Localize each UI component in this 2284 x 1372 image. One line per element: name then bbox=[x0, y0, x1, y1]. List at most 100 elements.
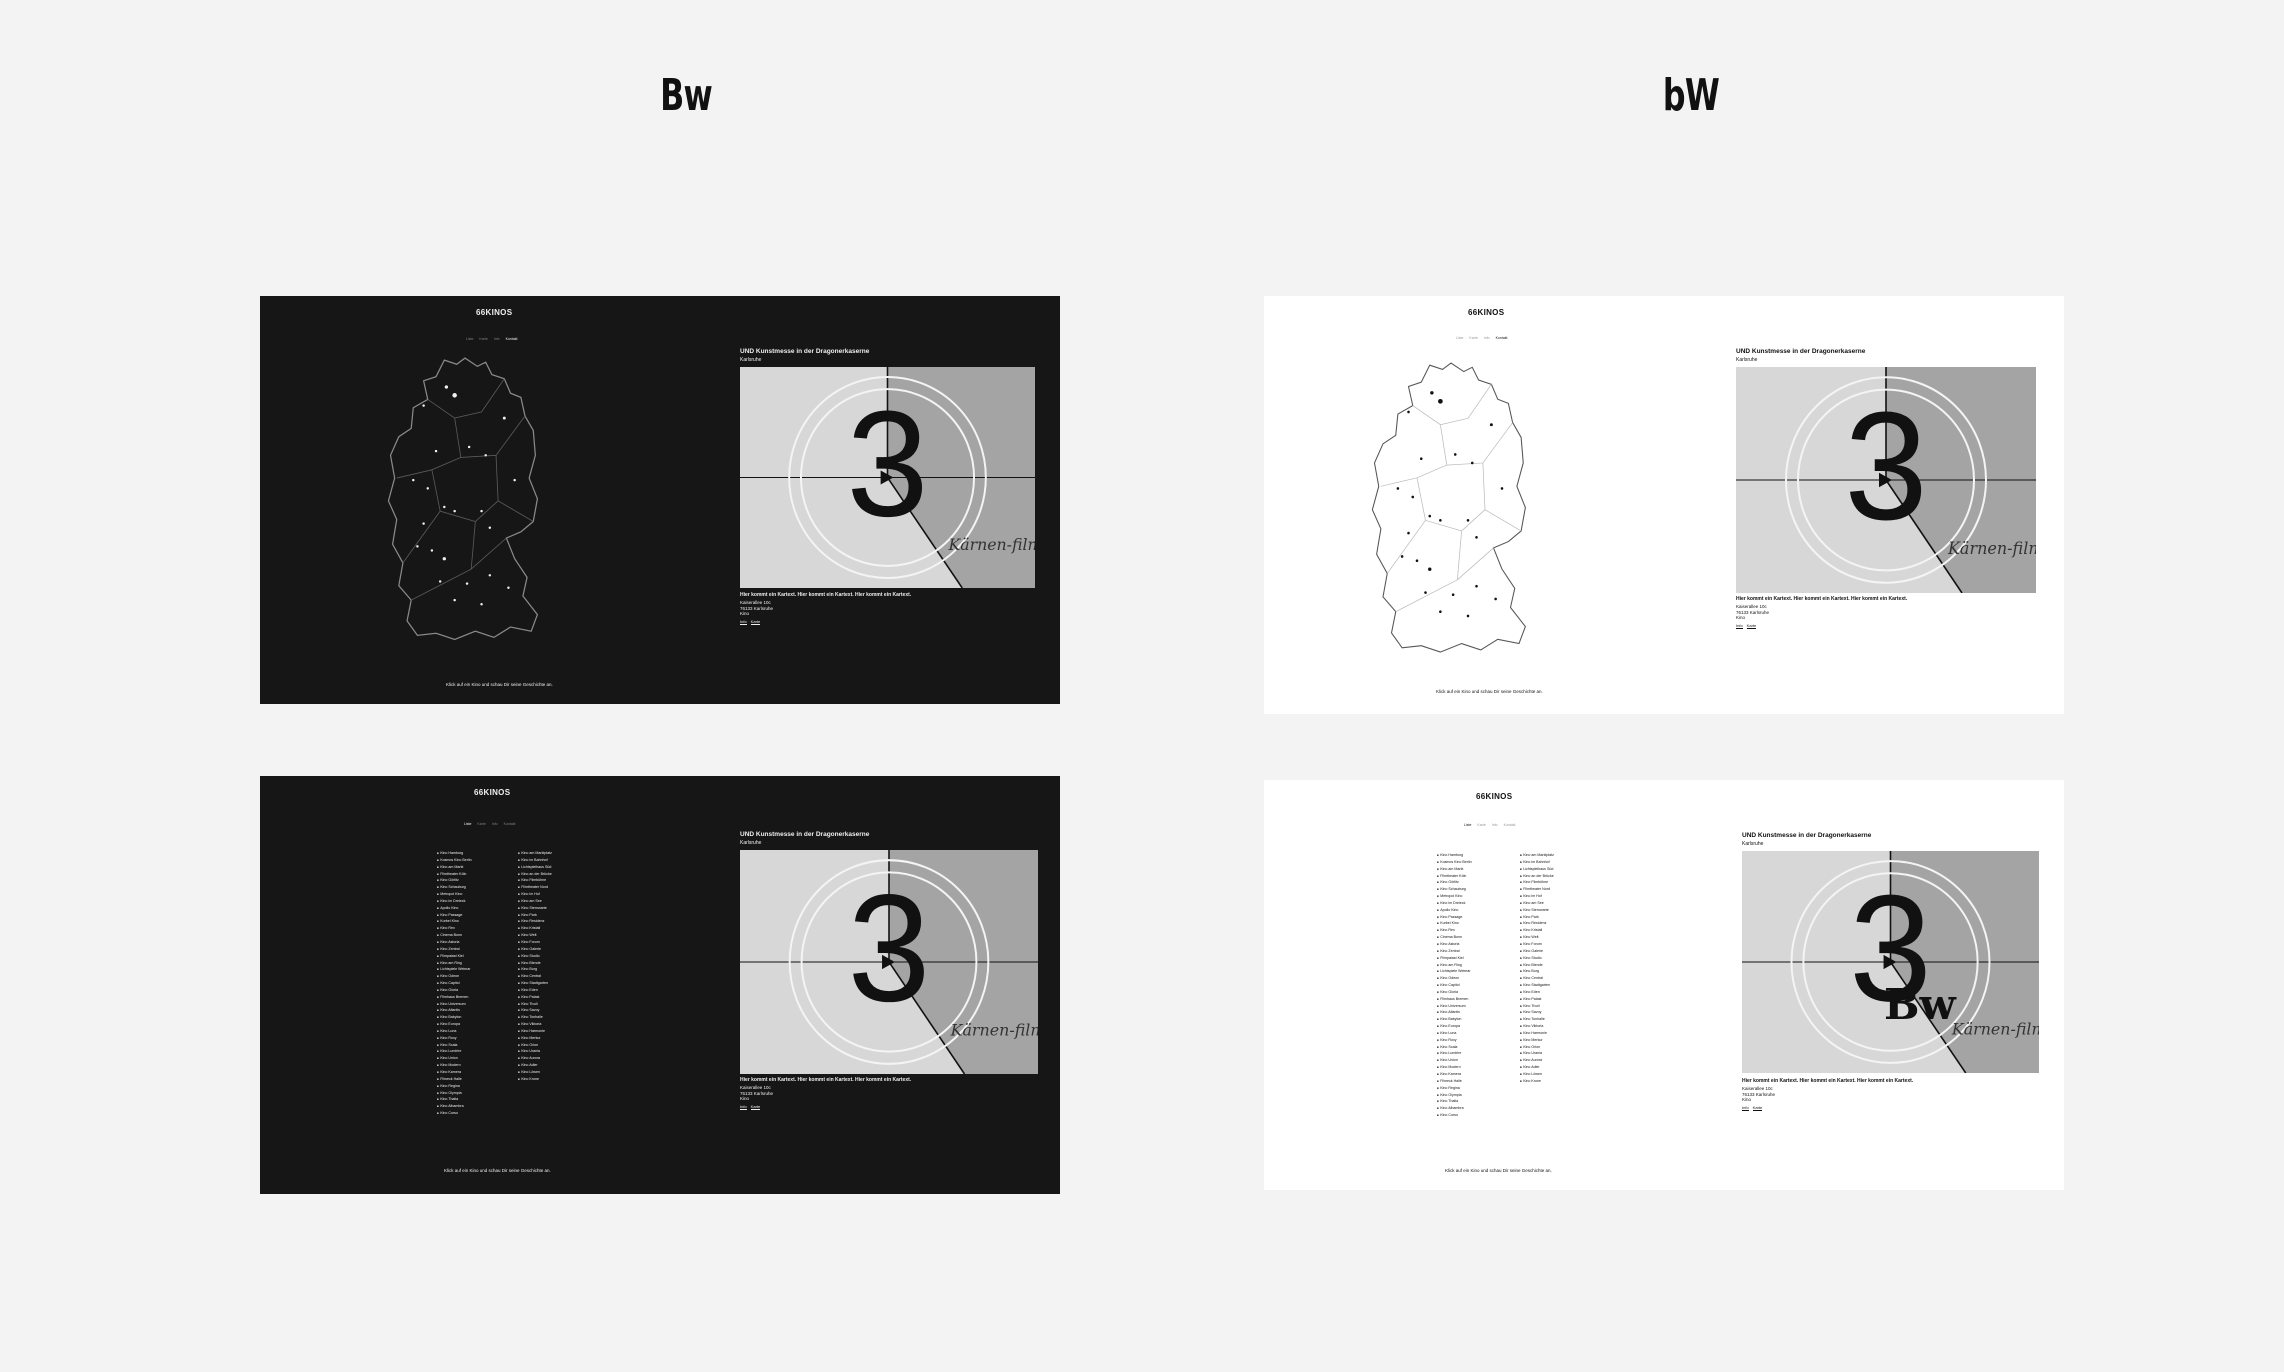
cinema-list-item[interactable]: Kino Stadtgarten bbox=[518, 980, 552, 987]
cinema-list-item[interactable]: Kino Babylon bbox=[437, 1014, 472, 1021]
nav-info[interactable]: Info bbox=[492, 822, 498, 826]
cinema-list-item[interactable]: Kino Viktoria bbox=[518, 1021, 552, 1028]
cinema-list-item[interactable]: Kino Tivoli bbox=[1520, 1003, 1554, 1010]
cinema-list-item[interactable]: Kino Residenz bbox=[518, 918, 552, 925]
cinema-list-item[interactable]: Lichtspielhaus Süd bbox=[1520, 866, 1554, 873]
cinema-map-link[interactable]: Karte bbox=[1752, 1105, 1763, 1111]
cinema-list-item[interactable]: Filmtheater Köln bbox=[1437, 873, 1472, 880]
video-player[interactable]: 3 Kärnen-film bbox=[1736, 367, 2036, 593]
cinema-list-item[interactable]: Kino Kamera bbox=[1437, 1071, 1472, 1078]
cinema-list-item[interactable]: Filmtheater Nord bbox=[1520, 886, 1554, 893]
cinema-list-item[interactable]: Kino Hamburg bbox=[1437, 852, 1472, 859]
nav-info[interactable]: Info bbox=[1484, 336, 1490, 340]
cinema-list-item[interactable]: Kino Kristall bbox=[1520, 927, 1554, 934]
cinema-list-item[interactable]: Kino an der Brücke bbox=[1520, 873, 1554, 880]
cinema-list-item[interactable]: Kino Adler bbox=[518, 1062, 552, 1069]
cinema-list-item[interactable]: Kino Schauburg bbox=[437, 884, 472, 891]
cinema-list-item[interactable]: Kino Capitol bbox=[437, 980, 472, 987]
nav-map[interactable]: Karte bbox=[1477, 823, 1485, 827]
cinema-list-item[interactable]: Kino Görlitz bbox=[1437, 879, 1472, 886]
cinema-map-link[interactable]: Karte bbox=[1746, 623, 1757, 629]
cinema-list-item[interactable]: Kino Union bbox=[1437, 1057, 1472, 1064]
cinema-list-item[interactable]: Kino im Dreieck bbox=[437, 898, 472, 905]
cinema-list-item[interactable]: Kino am Markt bbox=[1437, 866, 1472, 873]
cinema-list-item[interactable]: Kino am See bbox=[518, 898, 552, 905]
cinema-list-item[interactable]: Filmtheater Nord bbox=[518, 884, 552, 891]
cinema-list-item[interactable]: Kino Park bbox=[1520, 914, 1554, 921]
cinema-list-item[interactable]: Kino Blende bbox=[1520, 962, 1554, 969]
cinema-list-item[interactable]: Kino Rex bbox=[1437, 927, 1472, 934]
cinema-list-item[interactable]: Kino am Markt bbox=[437, 864, 472, 871]
cinema-list-item[interactable]: Kino Europa bbox=[1437, 1023, 1472, 1030]
cinema-list-item[interactable]: Kosmos Kino Berlin bbox=[1437, 859, 1471, 866]
cinema-list-item[interactable]: Kino Palast bbox=[518, 994, 552, 1001]
cinema-list-item[interactable]: Kino Krone bbox=[518, 1076, 552, 1083]
cinema-list-item[interactable]: Kino Filmbühne bbox=[1520, 879, 1554, 886]
cinema-list-item[interactable]: Kino Adler bbox=[1520, 1064, 1554, 1071]
cinema-list-item[interactable]: Kino Welt bbox=[518, 932, 552, 939]
cinema-list-item[interactable]: Kino Kamera bbox=[437, 1069, 472, 1076]
cinema-list-item[interactable]: Kino Universum bbox=[437, 1001, 472, 1008]
cinema-list-item[interactable]: Kino Union bbox=[437, 1055, 472, 1062]
cinema-list-item[interactable]: Kino im Bahnhof bbox=[518, 857, 552, 864]
site-logo[interactable]: 66KINOS bbox=[1468, 308, 1504, 317]
cinema-list-item[interactable]: Kino Harmonie bbox=[1520, 1030, 1554, 1037]
cinema-list-item[interactable]: Apollo Kino bbox=[437, 905, 472, 912]
cinema-list-item[interactable]: Kino Corso bbox=[1437, 1112, 1472, 1119]
nav-list[interactable]: Liste bbox=[1456, 336, 1463, 340]
cinema-list-item[interactable]: Kino Astoria bbox=[437, 939, 472, 946]
cinema-list-item[interactable]: Filmeck Halle bbox=[437, 1076, 472, 1083]
nav-info[interactable]: Info bbox=[494, 337, 500, 341]
cinema-list-item[interactable]: Kino Alhambra bbox=[1437, 1105, 1472, 1112]
cinema-list-item[interactable]: Lichtspiele Weimar bbox=[1437, 968, 1472, 975]
site-logo[interactable]: 66KINOS bbox=[476, 308, 512, 317]
cinema-list-item[interactable]: Kino Görlitz bbox=[437, 877, 472, 884]
cinema-list-item[interactable]: Kino Scala bbox=[437, 1042, 472, 1049]
nav-list[interactable]: Liste bbox=[1464, 823, 1471, 827]
cinema-list-item[interactable]: Kino Harmonie bbox=[518, 1028, 552, 1035]
cinema-list-item[interactable]: Kino am See bbox=[1520, 900, 1554, 907]
nav-map[interactable]: Karte bbox=[477, 822, 485, 826]
cinema-list-item[interactable]: Kino Luna bbox=[437, 1028, 472, 1035]
cinema-list-item[interactable]: Kino Viktoria bbox=[1520, 1023, 1554, 1030]
cinema-list-item[interactable]: Kino im Hof bbox=[518, 891, 552, 898]
cinema-list-item[interactable]: Kino Tonhalle bbox=[1520, 1016, 1554, 1023]
cinema-list-item[interactable]: Kino Regina bbox=[437, 1083, 472, 1090]
cinema-list-item[interactable]: Kino im Bahnhof bbox=[1520, 859, 1554, 866]
site-logo[interactable]: 66KINOS bbox=[474, 788, 510, 797]
cinema-list-item[interactable]: Kino Lumière bbox=[437, 1048, 472, 1055]
cinema-list-item[interactable]: Kino Roxy bbox=[437, 1035, 472, 1042]
germany-map[interactable] bbox=[1366, 360, 1536, 670]
cinema-list-item[interactable]: Kino Thalia bbox=[437, 1096, 472, 1103]
site-logo[interactable]: 66KINOS bbox=[1476, 792, 1512, 801]
cinema-map-link[interactable]: Karte bbox=[750, 1104, 761, 1110]
cinema-list-item[interactable]: Kino Schauburg bbox=[1437, 886, 1472, 893]
cinema-list-item[interactable]: Kino Zentral bbox=[1437, 948, 1472, 955]
cinema-list-item[interactable]: Kino Modern bbox=[437, 1062, 472, 1069]
cinema-list-item[interactable]: Kino Eden bbox=[1520, 989, 1554, 996]
cinema-list-item[interactable]: Kino Atlantis bbox=[1437, 1009, 1472, 1016]
cinema-list-item[interactable]: Kino am Ring bbox=[437, 960, 472, 967]
cinema-list-item[interactable]: Kino Universum bbox=[1437, 1003, 1472, 1010]
cinema-list-item[interactable]: Kino im Dreieck bbox=[1437, 900, 1472, 907]
cinema-list-item[interactable]: Kino Orion bbox=[518, 1042, 552, 1049]
cinema-list-item[interactable]: Kino Blende bbox=[518, 960, 552, 967]
cinema-info-link[interactable]: Info bbox=[740, 1104, 747, 1110]
cinema-list-item[interactable]: Lichtspiele Weimar bbox=[437, 966, 472, 973]
cinema-list-item[interactable]: Cinema Bonn bbox=[437, 932, 472, 939]
cinema-list-item[interactable]: Kino Eden bbox=[518, 987, 552, 994]
cinema-list-item[interactable]: Kino Urania bbox=[1520, 1050, 1554, 1057]
cinema-list-item[interactable]: Kino Tivoli bbox=[518, 1001, 552, 1008]
cinema-list-item[interactable]: Kino am Ring bbox=[1437, 962, 1472, 969]
cinema-list-item[interactable]: Cinema Bonn bbox=[1437, 934, 1472, 941]
cinema-list-item[interactable]: Filmhaus Bremen bbox=[437, 994, 472, 1001]
cinema-list-item[interactable]: Kino Forum bbox=[518, 939, 552, 946]
nav-contact[interactable]: Kontakt bbox=[1496, 336, 1508, 340]
cinema-list-item[interactable]: Metropol Kino bbox=[1437, 893, 1472, 900]
cinema-list-item[interactable]: Kino Scala bbox=[1437, 1044, 1472, 1051]
cinema-list-item[interactable]: Kino Astoria bbox=[1437, 941, 1472, 948]
cinema-list-item[interactable]: Kino an der Brücke bbox=[518, 871, 552, 878]
cinema-info-link[interactable]: Info bbox=[740, 619, 747, 625]
cinema-list-item[interactable]: Kino Savoy bbox=[518, 1007, 552, 1014]
cinema-list-item[interactable]: Kino Babylon bbox=[1437, 1016, 1472, 1023]
